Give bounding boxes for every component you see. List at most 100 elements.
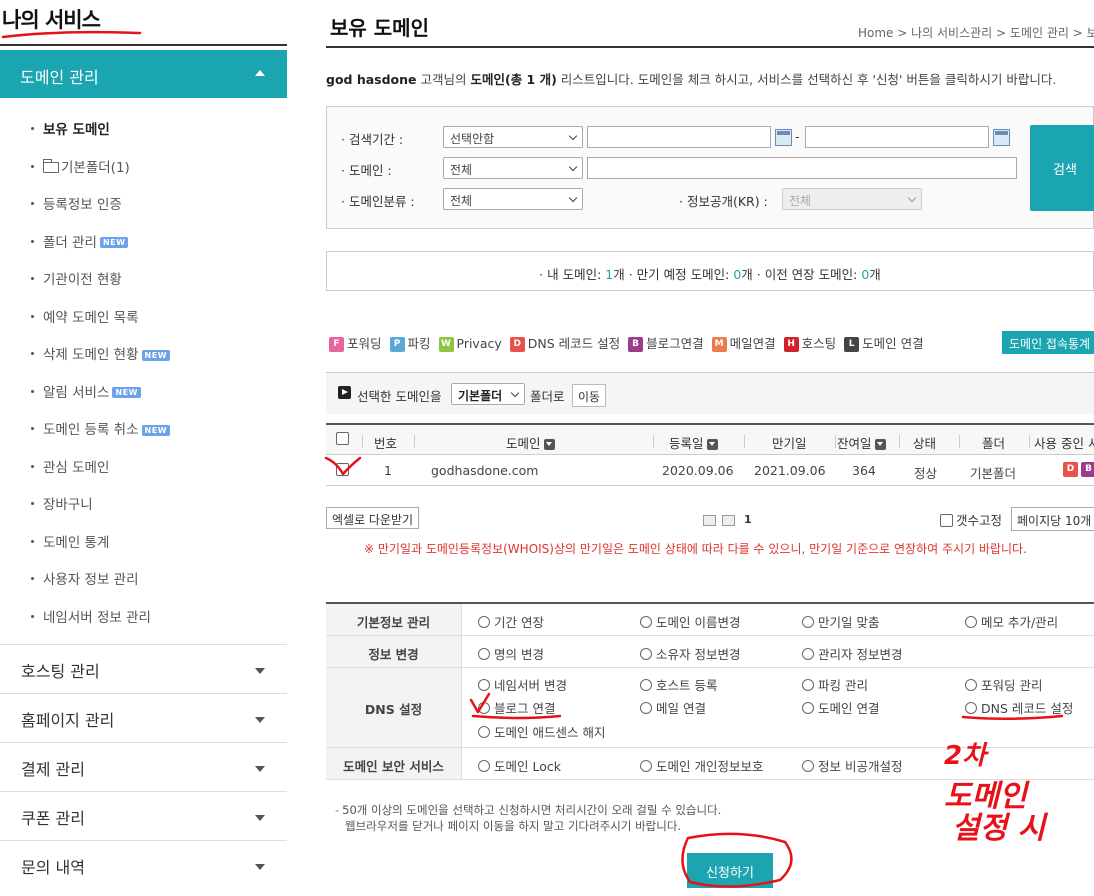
sidebar-item-notification-service[interactable]: 알림 서비스 NEW (0, 371, 287, 409)
row-checkbox[interactable] (336, 463, 349, 476)
select-all-checkbox[interactable] (336, 432, 349, 445)
option-domain-rename[interactable]: 도메인 이름변경 (640, 612, 740, 631)
excel-download-button[interactable]: 엑셀로 다운받기 (326, 507, 420, 529)
sidebar-item-domain-stats[interactable]: 도메인 통계 (0, 521, 287, 559)
calendar-icon[interactable] (993, 129, 1010, 146)
disclosure-label: · 정보공개(KR) : (679, 194, 768, 209)
option-owner-change[interactable]: 명의 변경 (478, 644, 544, 663)
sidebar-item-cart[interactable]: 장바구니 (0, 483, 287, 521)
sidebar-item-default-folder[interactable]: 기본폴더(1) (0, 146, 287, 184)
legend-hosting: H 호스팅 (783, 333, 836, 352)
option-domain-lock[interactable]: 도메인 Lock (478, 756, 561, 775)
option-period-extension[interactable]: 기간 연장 (478, 612, 544, 631)
col-number: 번호 (374, 436, 398, 451)
mail-icon: M (711, 337, 727, 352)
search-button[interactable]: 검색 (1030, 125, 1094, 211)
sidebar-item-watched-domains[interactable]: 관심 도메인 (0, 446, 287, 484)
service-row-info-change: 정보 변경 명의 변경 소유자 정보변경 관리자 정보변경 (326, 636, 1094, 668)
end-date-input[interactable] (805, 126, 989, 148)
count-fix-option[interactable]: 갯수고정 (940, 510, 1002, 529)
sidebar-item-user-info[interactable]: 사용자 정보 관리 (0, 558, 287, 596)
legend-blog: B 블로그연결 (628, 333, 704, 352)
move-folder-bar: 선택한 도메인을 기본폴더 폴더로 이동 (326, 372, 1094, 414)
option-memo[interactable]: 메모 추가/관리 (965, 612, 1058, 631)
sidebar-item-owned-domains[interactable]: 보유 도메인 (0, 108, 287, 146)
option-forwarding[interactable]: 포워딩 관리 (965, 675, 1042, 694)
main-content: 보유 도메인 Home > 나의 서비스관리 > 도메인 관리 > 보유 god… (326, 0, 1094, 896)
chevron-down-icon (255, 815, 265, 821)
option-parking[interactable]: 파킹 관리 (802, 675, 868, 694)
start-date-input[interactable] (587, 126, 771, 148)
category-select[interactable]: 전체 (443, 188, 583, 210)
option-blog-link[interactable]: 블로그 연결 (478, 698, 555, 717)
option-privacy-protection[interactable]: 도메인 개인정보보호 (640, 756, 763, 775)
service-row-label: DNS 설정 (326, 668, 462, 747)
option-info-private[interactable]: 정보 비공개설정 (802, 756, 902, 775)
col-domain[interactable]: 도메인 (506, 433, 555, 452)
period-select[interactable]: 선택안함 (443, 126, 583, 148)
domain-link-icon: L (844, 337, 860, 352)
move-button[interactable]: 이동 (572, 384, 607, 407)
domain-name[interactable]: godhasdone.com (431, 463, 538, 478)
sidebar-menu-homepage[interactable]: 홈페이지 관리 (0, 693, 287, 742)
domain-search-input[interactable] (587, 157, 1017, 179)
domain-select[interactable]: 전체 (443, 157, 583, 179)
sidebar-submenu: 보유 도메인 기본폴더(1) 등록정보 인증 폴더 관리 NEW 기관이전 현황 … (0, 108, 287, 633)
page-title: 보유 도메인 (330, 16, 429, 40)
sidebar-item-folder-management[interactable]: 폴더 관리 NEW (0, 221, 287, 259)
option-adsense-cancel[interactable]: 도메인 애드센스 해지 (478, 722, 605, 741)
folder-select[interactable]: 기본폴더 (451, 383, 525, 405)
apply-button[interactable]: 신청하기 (687, 853, 773, 888)
privacy-icon: W (438, 337, 454, 352)
blog-icon: B (628, 337, 644, 352)
legend-mail: M 메일연결 (711, 333, 776, 352)
option-expiry-match[interactable]: 만기일 맞춤 (802, 612, 879, 631)
col-remaining[interactable]: 잔여일 (837, 433, 886, 452)
dns-record-icon: D (509, 337, 525, 352)
sidebar-item-transfer-status[interactable]: 기관이전 현황 (0, 258, 287, 296)
chevron-down-icon (255, 766, 265, 772)
legend-privacy: W Privacy (438, 336, 502, 352)
current-page[interactable]: 1 (744, 513, 752, 526)
move-to-label: 폴더로 (530, 389, 565, 404)
disclosure-select[interactable]: 전체 (782, 188, 922, 210)
blog-icon[interactable]: B (1081, 462, 1094, 477)
sidebar-item-nameserver-info[interactable]: 네임서버 정보 관리 (0, 596, 287, 634)
sidebar-item-cancel-registration[interactable]: 도메인 등록 취소 NEW (0, 408, 287, 446)
breadcrumb: Home > 나의 서비스관리 > 도메인 관리 > 보유 (858, 26, 1094, 40)
new-badge: NEW (141, 349, 171, 361)
first-page-icon[interactable] (703, 515, 716, 526)
option-dns-record[interactable]: DNS 레코드 설정 (965, 698, 1073, 717)
chevron-down-icon (255, 717, 265, 723)
sidebar-title-divider (0, 44, 287, 46)
new-badge: NEW (141, 424, 171, 436)
sidebar-menu-payment[interactable]: 결제 관리 (0, 742, 287, 791)
sidebar-menu-hosting[interactable]: 호스팅 관리 (0, 644, 287, 693)
legend-parking: P 파킹 (389, 333, 431, 352)
option-host-register[interactable]: 호스트 등록 (640, 675, 717, 694)
sort-icon (874, 439, 886, 450)
access-stats-button[interactable]: 도메인 접속통계 (1002, 331, 1094, 354)
service-legend: F 포워딩 P 파킹 W Privacy D DNS 레코드 설정 B 블로그연결 M 메일… (329, 333, 928, 352)
sidebar-menu-domain-management[interactable]: 도메인 관리 (0, 50, 287, 98)
sidebar-menu-inquiry[interactable]: 문의 내역 (0, 840, 287, 889)
folder-icon (43, 159, 59, 173)
processing-note: -50개 이상의 도메인을 선택하고 신청하시면 처리시간이 오래 걸릴 수 있… (335, 803, 722, 833)
sidebar: 나의 서비스 도메인 관리 보유 도메인 기본폴더(1) 등록정보 인증 폴더 … (0, 0, 287, 896)
prev-page-icon[interactable] (722, 515, 735, 526)
count-fix-checkbox[interactable] (940, 514, 953, 527)
sidebar-item-deleted-domains[interactable]: 삭제 도메인 현황 NEW (0, 333, 287, 371)
option-nameserver-change[interactable]: 네임서버 변경 (478, 675, 567, 694)
col-registered[interactable]: 등록일 (669, 433, 718, 452)
col-expiry: 만기일 (772, 436, 807, 451)
option-mail-link[interactable]: 메일 연결 (640, 698, 706, 717)
sidebar-item-registration-verify[interactable]: 등록정보 인증 (0, 183, 287, 221)
option-owner-info[interactable]: 소유자 정보변경 (640, 644, 740, 663)
sidebar-menu-coupon[interactable]: 쿠폰 관리 (0, 791, 287, 840)
option-domain-link[interactable]: 도메인 연결 (802, 698, 879, 717)
per-page-select[interactable]: 페이지당 10개 (1011, 507, 1094, 531)
calendar-icon[interactable] (775, 129, 792, 146)
option-admin-info[interactable]: 관리자 정보변경 (802, 644, 902, 663)
sidebar-item-reserved-domains[interactable]: 예약 도메인 목록 (0, 296, 287, 334)
dns-record-icon[interactable]: D (1063, 462, 1078, 477)
